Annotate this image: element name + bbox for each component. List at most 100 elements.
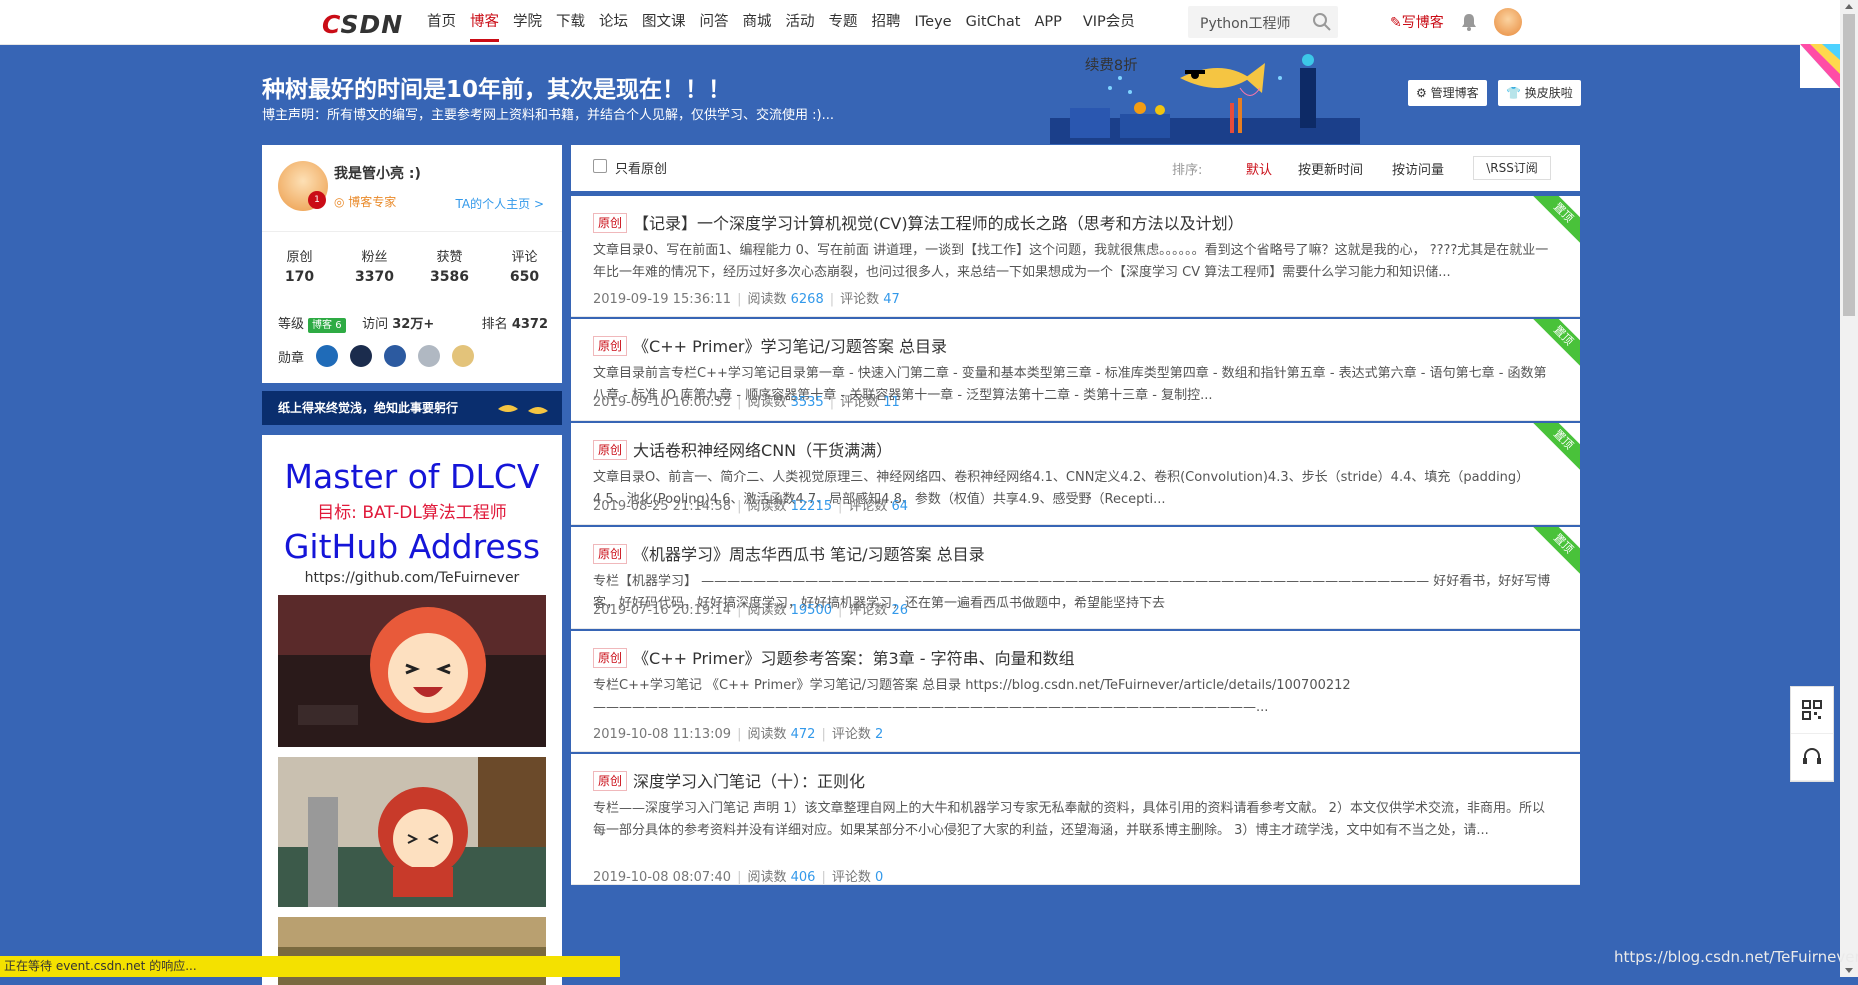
ad-github-link[interactable]: https://github.com/TeFuirnever — [262, 570, 562, 586]
sort-updated-button[interactable]: 按更新时间 — [1298, 159, 1363, 178]
article-date: 2019-10-08 08:07:40 — [593, 870, 732, 885]
search-box[interactable]: Python工程师 — [1188, 6, 1338, 38]
headset-icon — [1803, 748, 1821, 764]
linkedin-medal-icon[interactable] — [316, 345, 339, 367]
scroll-up-arrow[interactable] — [1845, 4, 1853, 9]
write-blog-button[interactable]: ✎写博客 — [1390, 12, 1444, 32]
bell-icon[interactable] — [1460, 12, 1478, 32]
scroll-down-arrow[interactable] — [1845, 968, 1853, 973]
star-medal-icon[interactable] — [452, 345, 475, 367]
article-title[interactable]: 原创 【记录】一个深度学习计算机视觉(CV)算法工程师的成长之路（思考和方法以及计… — [593, 210, 1244, 234]
user-avatar[interactable] — [1494, 8, 1522, 36]
article-item[interactable]: 原创 大话卷积神经网络CNN（干货满满） 文章目录O、前言一、简介二、人类视觉原理… — [571, 423, 1580, 525]
manage-blog-button[interactable]: ⚙ 管理博客 — [1408, 80, 1487, 106]
pen-icon: ✎ — [1390, 15, 1402, 31]
stat-comments[interactable]: 评论 650 — [487, 246, 562, 285]
article-item[interactable]: 原创 深度学习入门笔记（十）：正则化 专栏——深度学习入门笔记 声明 1）该文章整… — [571, 754, 1580, 885]
nav-events[interactable]: 活动 — [779, 0, 822, 44]
level-label: 等级 — [278, 317, 305, 332]
article-list-panel: 只看原创 排序: 默认 按更新时间 按访问量 \RSS订阅 原创 【记录】一个深度… — [571, 145, 1580, 887]
original-only-checkbox[interactable] — [593, 159, 607, 173]
nav-vip[interactable]: VIP会员 续费8折 — [1069, 0, 1152, 74]
nav-download[interactable]: 下载 — [549, 0, 592, 44]
original-tag: 原创 — [593, 648, 628, 668]
comments-label: 评论数 — [840, 292, 880, 307]
palette-corner-icon[interactable] — [1800, 44, 1840, 88]
article-title-text[interactable]: 《C++ Primer》习题参考答案：第3章 - 字符串、向量和数组 — [633, 649, 1075, 668]
article-title-text[interactable]: 《机器学习》周志华西瓜书 笔记/习题答案 总目录 — [633, 545, 985, 564]
write-blog-label: 写博客 — [1401, 15, 1444, 31]
views-count: 19500 — [790, 603, 832, 618]
github-medal-icon[interactable] — [350, 345, 373, 367]
medal-icon: ◎ — [334, 195, 349, 209]
left-sidebar: 1 我是管小亮 :) ◎ 博客专家 TA的个人主页 > 原创 170 粉丝 3370… — [262, 145, 562, 985]
personal-home-link[interactable]: TA的个人主页 > — [456, 195, 544, 212]
nav-blog[interactable]: 博客 — [463, 0, 506, 44]
blog-expert-badge: ◎ 博客专家 — [334, 193, 396, 210]
stat-value: 3586 — [430, 269, 469, 285]
nav-store[interactable]: 商城 — [736, 0, 779, 44]
profile-name[interactable]: 我是管小亮 :) — [334, 163, 421, 183]
article-title[interactable]: 原创 《C++ Primer》学习笔记/习题答案 总目录 — [593, 333, 947, 357]
rss-subscribe-button[interactable]: \RSS订阅 — [1473, 156, 1551, 180]
rss-label: RSS订阅 — [1490, 161, 1538, 175]
comments-count: 2 — [875, 727, 884, 742]
nav-gitchat[interactable]: GitChat — [959, 0, 1028, 44]
stat-original[interactable]: 原创 170 — [262, 246, 337, 285]
search-input[interactable]: Python工程师 — [1200, 13, 1291, 33]
article-item[interactable]: 原创 《C++ Primer》学习笔记/习题答案 总目录 文章目录前言专栏C++学… — [571, 319, 1580, 421]
comments-label: 评论数 — [831, 727, 871, 742]
article-item[interactable]: 原创 《C++ Primer》习题参考答案：第3章 - 字符串、向量和数组 专栏C… — [571, 631, 1580, 752]
blog-expert-label: 博客专家 — [348, 195, 397, 209]
article-title[interactable]: 原创 《机器学习》周志华西瓜书 笔记/习题答案 总目录 — [593, 541, 985, 565]
nav-forum[interactable]: 论坛 — [592, 0, 635, 44]
comments-count: 11 — [883, 395, 900, 410]
views-label: 阅读数 — [747, 603, 787, 618]
nav-qa[interactable]: 问答 — [693, 0, 736, 44]
stat-label: 原创 — [286, 250, 313, 265]
article-date: 2019-09-10 16:00:32 — [593, 395, 732, 410]
article-title-text[interactable]: 大话卷积神经网络CNN（干货满满） — [633, 441, 892, 460]
nav-iteye[interactable]: ITeye — [908, 0, 959, 44]
original-only-label[interactable]: 只看原创 — [615, 158, 667, 177]
level-badge: 1 — [308, 191, 326, 209]
stack-medal-icon[interactable] — [384, 345, 407, 367]
csdn-logo[interactable]: CSDN — [322, 10, 403, 39]
article-title-text[interactable]: 深度学习入门笔记（十）：正则化 — [633, 772, 865, 791]
nav-home[interactable]: 首页 — [420, 0, 463, 44]
sort-views-button[interactable]: 按访问量 — [1392, 159, 1444, 178]
comments-count: 64 — [891, 499, 909, 514]
article-summary: 文章目录0、写在前面1、编程能力 0、写在前面 讲道理，一谈到【找工作】这个问题… — [593, 243, 1549, 280]
search-icon[interactable] — [1312, 12, 1332, 32]
article-title[interactable]: 原创 大话卷积神经网络CNN（干货满满） — [593, 437, 892, 461]
manage-blog-label: 管理博客 — [1430, 86, 1479, 100]
sort-default-button[interactable]: 默认 — [1246, 159, 1272, 178]
book-medal-icon[interactable] — [418, 345, 441, 367]
profile-avatar[interactable]: 1 — [278, 161, 328, 211]
nav-jobs[interactable]: 招聘 — [865, 0, 908, 44]
nav-course[interactable]: 图文课 — [635, 0, 693, 44]
original-tag: 原创 — [593, 440, 628, 460]
article-title[interactable]: 原创 《C++ Primer》习题参考答案：第3章 - 字符串、向量和数组 — [593, 645, 1075, 669]
change-skin-button[interactable]: 👕 换皮肤啦 — [1498, 80, 1581, 106]
nav-topics[interactable]: 专题 — [822, 0, 865, 44]
article-meta: 2019-10-08 08:07:40 | 阅读数 406 | 评论数 0 — [593, 870, 884, 885]
article-title-text[interactable]: 《C++ Primer》学习笔记/习题答案 总目录 — [633, 337, 947, 356]
nav-academy[interactable]: 学院 — [506, 0, 549, 44]
stat-likes[interactable]: 获赞 3586 — [412, 246, 487, 285]
comments-label: 评论数 — [831, 870, 871, 885]
vertical-scrollbar[interactable] — [1840, 0, 1858, 977]
original-tag: 原创 — [593, 336, 628, 356]
stat-value: 650 — [509, 269, 540, 285]
comments-count: 0 — [875, 870, 884, 885]
scrollbar-thumb[interactable] — [1843, 14, 1855, 316]
article-title[interactable]: 原创 深度学习入门笔记（十）：正则化 — [593, 768, 865, 792]
article-item[interactable]: 原创 【记录】一个深度学习计算机视觉(CV)算法工程师的成长之路（思考和方法以及计… — [571, 196, 1580, 317]
stat-fans[interactable]: 粉丝 3370 — [337, 246, 412, 285]
nav-app[interactable]: APP — [1027, 0, 1068, 44]
article-item[interactable]: 原创 《机器学习》周志华西瓜书 笔记/习题答案 总目录 专栏【机器学习】 ————… — [571, 527, 1580, 629]
qr-code-button[interactable] — [1791, 687, 1833, 734]
article-title-text[interactable]: 【记录】一个深度学习计算机视觉(CV)算法工程师的成长之路（思考和方法以及计划） — [633, 214, 1244, 233]
article-date: 2019-08-25 21:14:58 — [593, 499, 732, 514]
customer-service-button[interactable] — [1791, 734, 1833, 781]
